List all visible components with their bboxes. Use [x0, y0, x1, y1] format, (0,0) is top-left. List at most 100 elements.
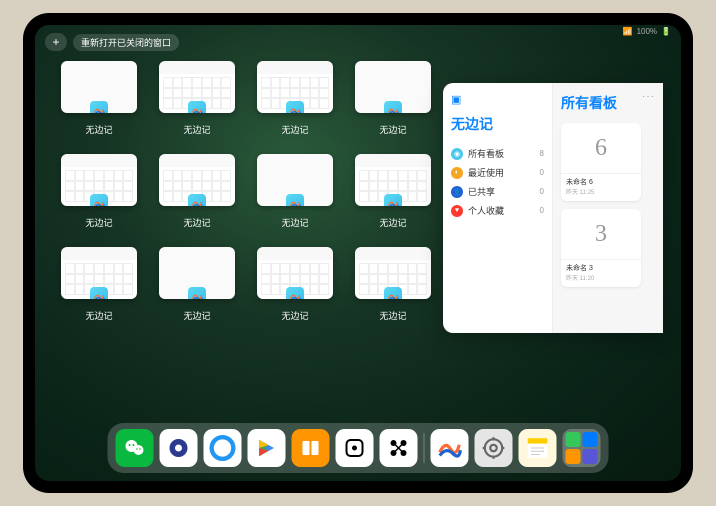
thumb-label: 无边记: [379, 123, 406, 136]
freeform-app-icon: [188, 194, 206, 206]
more-icon[interactable]: ···: [642, 91, 655, 102]
freeform-app-icon: [188, 287, 206, 299]
freeform-app-icon: [286, 194, 304, 206]
board-time: 昨天 11:25: [566, 187, 636, 196]
thumb-label: 无边记: [379, 309, 406, 322]
freeform-app-icon: [188, 101, 206, 113]
content-pane: ··· 所有看板 6 未命名 6 昨天 11:25 3 未命名 3 昨天 11:…: [553, 83, 663, 333]
content-title: 所有看板: [561, 93, 655, 113]
ipad-frame: 📶 100% 🔋 + 重新打开已关闭的窗口 无边记 无边记: [23, 13, 693, 493]
thumb-preview: [61, 154, 137, 206]
board-thumbnail: 6: [561, 123, 641, 174]
freeform-app-icon: [90, 101, 108, 113]
board-card[interactable]: 6 未命名 6 昨天 11:25: [561, 123, 641, 201]
thumb-preview: [355, 247, 431, 299]
sidebar-item-label: 个人收藏: [468, 204, 504, 217]
sidebar-item-icon: ◉: [451, 148, 463, 160]
sidebar-item-label: 已共享: [468, 185, 495, 198]
reopen-closed-window-button[interactable]: 重新打开已关闭的窗口: [73, 34, 179, 51]
thumb-preview: [257, 154, 333, 206]
window-thumb[interactable]: 无边记: [355, 154, 431, 229]
battery-icon: 🔋: [661, 27, 671, 36]
sidebar: ▣ 无边记 ◉ 所有看板 8◐ 最近使用 0👤 已共享 0♥ 个人收藏 0: [443, 83, 553, 333]
board-name: 未命名 6: [566, 177, 636, 187]
sidebar-item-label: 最近使用: [468, 166, 504, 179]
sidebar-item[interactable]: ◐ 最近使用 0: [451, 163, 544, 182]
sidebar-title: 无边记: [451, 114, 544, 134]
window-thumb[interactable]: 无边记: [355, 61, 431, 136]
thumb-preview: [257, 247, 333, 299]
dock-app-notes[interactable]: [519, 429, 557, 467]
thumb-label: 无边记: [183, 123, 210, 136]
sidebar-toggle-icon[interactable]: ▣: [451, 93, 544, 106]
sidebar-item-icon: ◐: [451, 167, 463, 179]
freeform-app-icon: [286, 101, 304, 113]
sidebar-item[interactable]: 👤 已共享 0: [451, 182, 544, 201]
sidebar-item-count: 0: [540, 206, 544, 215]
thumb-preview: [61, 247, 137, 299]
thumb-preview: [355, 154, 431, 206]
freeform-app-icon: [384, 101, 402, 113]
window-thumb[interactable]: 无边记: [257, 61, 333, 136]
sidebar-item[interactable]: ◉ 所有看板 8: [451, 144, 544, 163]
thumb-preview: [159, 247, 235, 299]
dock-separator: [424, 433, 425, 463]
thumb-label: 无边记: [281, 309, 308, 322]
thumb-label: 无边记: [281, 123, 308, 136]
sidebar-item[interactable]: ♥ 个人收藏 0: [451, 201, 544, 220]
thumb-preview: [257, 61, 333, 113]
battery-text: 100%: [637, 27, 657, 36]
freeform-app-icon: [286, 287, 304, 299]
screen: 📶 100% 🔋 + 重新打开已关闭的窗口 无边记 无边记: [35, 25, 681, 481]
dock-app-settings[interactable]: [475, 429, 513, 467]
dock: [108, 423, 609, 473]
thumb-preview: [159, 154, 235, 206]
window-thumb[interactable]: 无边记: [257, 154, 333, 229]
status-bar: 📶 100% 🔋: [623, 27, 671, 36]
sidebar-item-count: 0: [540, 168, 544, 177]
dock-app-dice[interactable]: [336, 429, 374, 467]
board-card[interactable]: 3 未命名 3 昨天 11:20: [561, 209, 641, 287]
window-thumb[interactable]: 无边记: [257, 247, 333, 322]
thumb-label: 无边记: [281, 216, 308, 229]
dock-app-books[interactable]: [292, 429, 330, 467]
add-window-button[interactable]: +: [45, 33, 67, 51]
thumb-label: 无边记: [85, 123, 112, 136]
dock-app-freeform[interactable]: [431, 429, 469, 467]
dock-app-play[interactable]: [248, 429, 286, 467]
freeform-app-icon: [90, 287, 108, 299]
expose-grid: 无边记 无边记 无边记 无边记 无边记: [61, 61, 441, 322]
dock-app-qqbrowser[interactable]: [204, 429, 242, 467]
thumb-preview: [159, 61, 235, 113]
dock-app-quark[interactable]: [160, 429, 198, 467]
thumb-preview: [61, 61, 137, 113]
window-thumb[interactable]: 无边记: [61, 61, 137, 136]
dock-app-wechat[interactable]: [116, 429, 154, 467]
window-thumb[interactable]: 无边记: [61, 154, 137, 229]
thumb-preview: [355, 61, 431, 113]
board-thumbnail: 3: [561, 209, 641, 260]
window-thumb[interactable]: 无边记: [159, 61, 235, 136]
sidebar-item-label: 所有看板: [468, 147, 504, 160]
main-app-window[interactable]: ▣ 无边记 ◉ 所有看板 8◐ 最近使用 0👤 已共享 0♥ 个人收藏 0 ··…: [443, 83, 663, 333]
top-controls: + 重新打开已关闭的窗口: [45, 33, 179, 51]
dock-app-connect[interactable]: [380, 429, 418, 467]
thumb-label: 无边记: [183, 309, 210, 322]
sidebar-item-count: 8: [540, 149, 544, 158]
board-time: 昨天 11:20: [566, 273, 636, 282]
thumb-label: 无边记: [85, 309, 112, 322]
freeform-app-icon: [384, 194, 402, 206]
thumb-label: 无边记: [85, 216, 112, 229]
sidebar-item-icon: ♥: [451, 205, 463, 217]
window-thumb[interactable]: 无边记: [159, 154, 235, 229]
sidebar-item-count: 0: [540, 187, 544, 196]
window-thumb[interactable]: 无边记: [355, 247, 431, 322]
thumb-label: 无边记: [183, 216, 210, 229]
board-name: 未命名 3: [566, 263, 636, 273]
thumb-label: 无边记: [379, 216, 406, 229]
window-thumb[interactable]: 无边记: [61, 247, 137, 322]
window-thumb[interactable]: 无边记: [159, 247, 235, 322]
freeform-app-icon: [384, 287, 402, 299]
dock-app-library[interactable]: [563, 429, 601, 467]
freeform-app-icon: [90, 194, 108, 206]
